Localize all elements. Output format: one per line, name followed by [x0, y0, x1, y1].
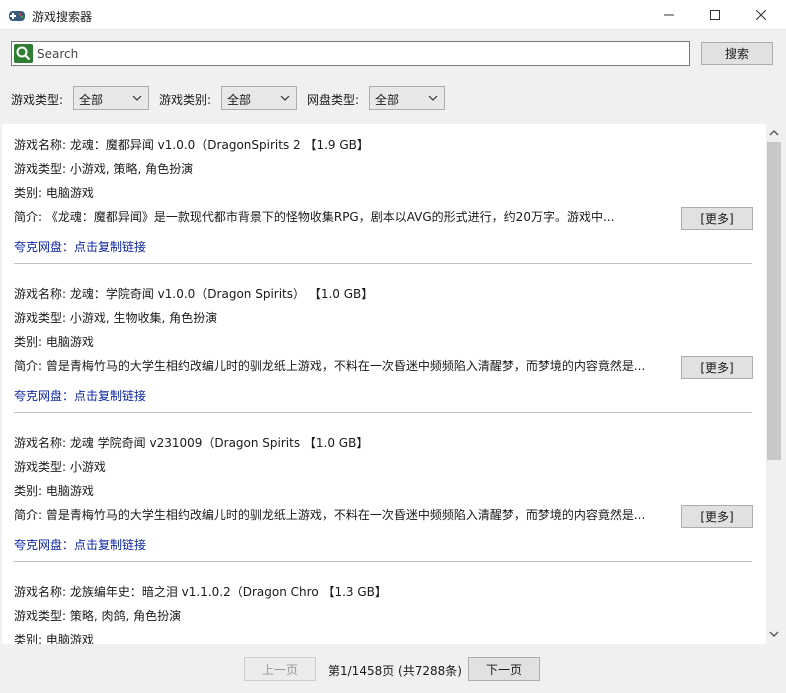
scrollbar-thumb[interactable]	[767, 142, 781, 460]
game-types: 游戏类型: 小游戏, 生物收集, 角色扮演	[14, 311, 218, 325]
page-status: 第1/1458页 (共7288条)	[328, 664, 462, 678]
chevron-down-icon	[132, 95, 142, 101]
results-list: 游戏名称: 龙魂：魔都异闻 v1.0.0（DragonSpirits 2 【1.…	[2, 124, 782, 644]
game-category: 类别: 电脑游戏	[14, 186, 94, 200]
filter-label-game-type: 游戏类型:	[11, 93, 64, 107]
search-icon	[14, 44, 33, 63]
game-category-value: 全部	[227, 93, 252, 107]
title-bar: 游戏搜索器	[0, 0, 786, 30]
filter-label-game-category: 游戏类别:	[159, 93, 212, 107]
close-icon	[756, 10, 766, 20]
game-category: 类别: 电脑游戏	[14, 484, 94, 498]
game-types: 游戏类型: 策略, 肉鸽, 角色扮演	[14, 609, 182, 623]
copy-link[interactable]: 夸克网盘：点击复制链接	[14, 387, 146, 404]
search-input[interactable]	[37, 43, 687, 64]
divider	[14, 412, 752, 413]
game-type-select[interactable]: 全部	[73, 86, 149, 110]
divider	[14, 263, 752, 264]
gamepad-icon	[9, 11, 25, 21]
maximize-icon	[710, 10, 720, 20]
game-types: 游戏类型: 小游戏, 策略, 角色扮演	[14, 162, 194, 176]
search-button[interactable]: 搜索	[701, 42, 773, 65]
vertical-scrollbar[interactable]	[766, 124, 782, 644]
window-title: 游戏搜索器	[32, 10, 93, 24]
game-intro: 简介: 《龙魂：魔都异闻》是一款现代都市背景下的怪物收集RPG，剧本以AVG的形…	[14, 210, 615, 224]
game-intro: 简介: 曾是青梅竹马的大学生相约改编儿时的驯龙纸上游戏，不料在一次昏迷中频频陷入…	[14, 359, 646, 373]
game-type-value: 全部	[79, 93, 104, 107]
close-button[interactable]	[738, 0, 784, 30]
copy-link[interactable]: 夸克网盘：点击复制链接	[14, 238, 146, 255]
maximize-button[interactable]	[692, 0, 738, 30]
filter-label-netdisk-type: 网盘类型:	[307, 93, 360, 107]
game-category: 类别: 电脑游戏	[14, 335, 94, 349]
more-button[interactable]: [更多]	[681, 505, 753, 528]
copy-link[interactable]: 夸克网盘：点击复制链接	[14, 536, 146, 553]
chevron-down-icon	[428, 95, 438, 101]
netdisk-type-value: 全部	[375, 93, 400, 107]
game-name: 游戏名称: 龙魂 学院奇闻 v231009（Dragon Spirits 【1.…	[14, 436, 369, 450]
game-name: 游戏名称: 龙族编年史：暗之泪 v1.1.0.2（Dragon Chro 【1.…	[14, 585, 387, 599]
game-types: 游戏类型: 小游戏	[14, 460, 106, 474]
netdisk-type-select[interactable]: 全部	[369, 86, 445, 110]
minimize-icon	[664, 14, 674, 16]
scroll-down-icon[interactable]	[769, 629, 779, 639]
game-category: 类别: 电脑游戏	[14, 633, 94, 644]
game-intro: 简介: 曾是青梅竹马的大学生相约改编儿时的驯龙纸上游戏，不料在一次昏迷中频频陷入…	[14, 508, 646, 522]
more-button[interactable]: [更多]	[681, 356, 753, 379]
next-page-button[interactable]: 下一页	[468, 657, 540, 681]
scroll-up-icon[interactable]	[769, 128, 779, 138]
game-name: 游戏名称: 龙魂：魔都异闻 v1.0.0（DragonSpirits 2 【1.…	[14, 138, 369, 152]
game-category-select[interactable]: 全部	[221, 86, 297, 110]
chevron-down-icon	[280, 95, 290, 101]
search-box	[11, 41, 690, 66]
divider	[14, 561, 752, 562]
minimize-button[interactable]	[646, 0, 692, 30]
more-button[interactable]: [更多]	[681, 207, 753, 230]
game-name: 游戏名称: 龙魂：学院奇闻 v1.0.0（Dragon Spirits） 【1.…	[14, 287, 374, 301]
prev-page-button[interactable]: 上一页	[244, 657, 316, 681]
